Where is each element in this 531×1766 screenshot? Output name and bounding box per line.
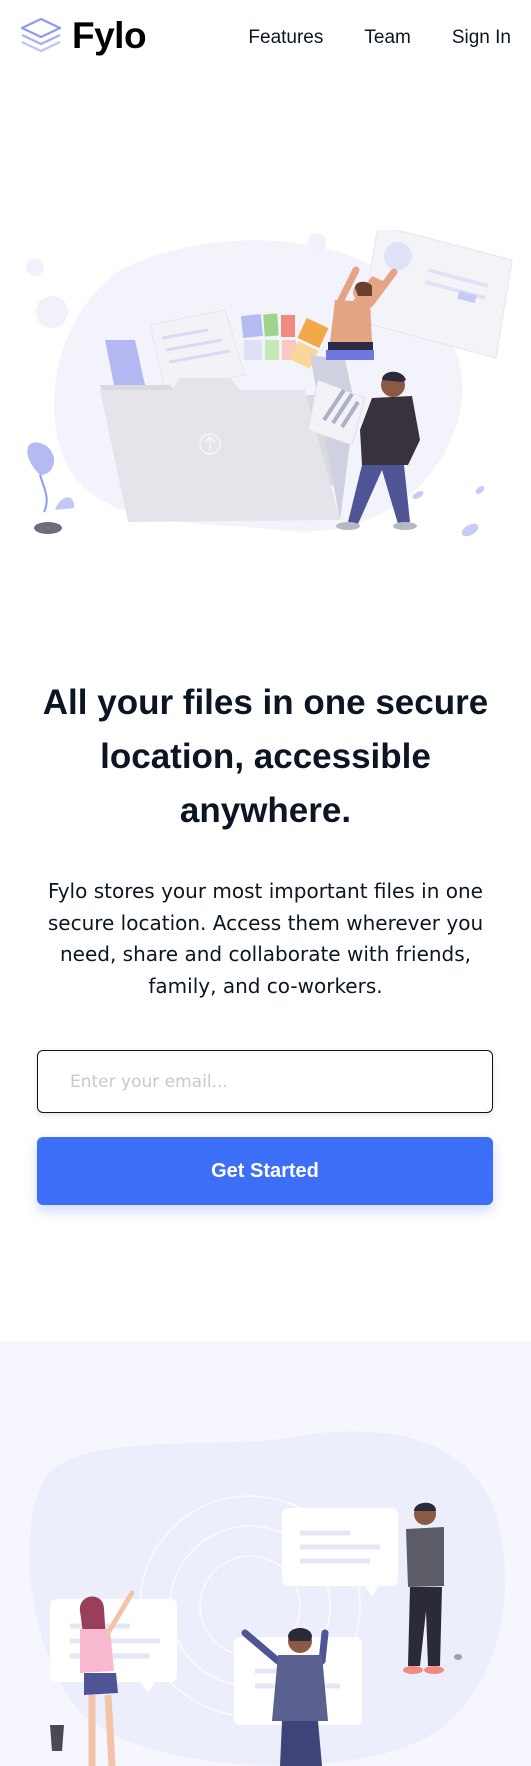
nav-link-team[interactable]: Team (364, 26, 410, 50)
decor-dot (36, 296, 68, 328)
layers-logo-icon (20, 17, 62, 53)
hero-title: All your files in one secure location, a… (42, 683, 489, 830)
chat-bubble (282, 1508, 398, 1597)
decor-dot (454, 1654, 462, 1660)
email-input[interactable] (37, 1050, 493, 1113)
collaboration-illustration (29, 1431, 506, 1766)
decor-leaf (461, 523, 479, 537)
get-started-button[interactable]: Get Started (37, 1137, 493, 1205)
logo-text: Fylo (72, 15, 147, 56)
decor-dot (308, 233, 326, 251)
decor-dot (26, 258, 44, 276)
site-header: Fylo Features Team Sign In (0, 0, 531, 80)
hero-description: Fylo stores your most important files in… (47, 879, 484, 998)
plant-pot (50, 1725, 64, 1751)
nav-link-sign-in[interactable]: Sign In (452, 26, 511, 50)
hero-illustration (26, 230, 513, 537)
features-section (0, 1341, 531, 1766)
nav-link-features[interactable]: Features (248, 26, 323, 50)
logo[interactable]: Fylo (20, 14, 147, 58)
decor-leaf (475, 486, 485, 494)
main-nav: Features Team Sign In (207, 26, 511, 50)
